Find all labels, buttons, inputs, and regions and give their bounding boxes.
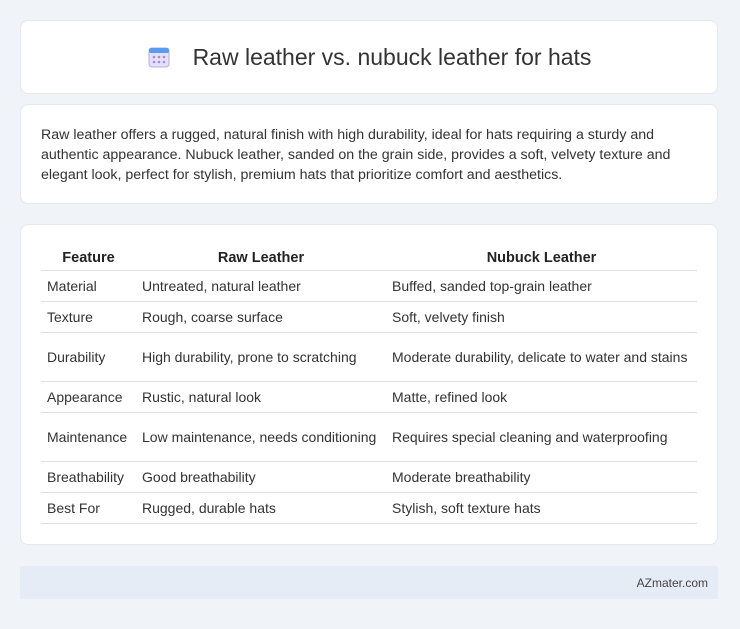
- feature-cell: Material: [41, 270, 136, 302]
- table-row: Maintenance Low maintenance, needs condi…: [41, 412, 697, 462]
- footer: AZmater.com: [20, 566, 718, 599]
- calendar-icon: [147, 45, 171, 69]
- feature-cell: Maintenance: [41, 412, 136, 462]
- column-header: Raw Leather: [136, 245, 386, 271]
- nubuck-leather-cell: Soft, velvety finish: [386, 301, 697, 333]
- page-title: Raw leather vs. nubuck leather for hats: [192, 43, 592, 70]
- table-row: Texture Rough, coarse surface Soft, velv…: [41, 301, 697, 333]
- feature-cell: Texture: [41, 301, 136, 333]
- table-row: Breathability Good breathability Moderat…: [41, 461, 697, 493]
- raw-leather-cell: Untreated, natural leather: [136, 270, 386, 302]
- feature-cell: Best For: [41, 492, 136, 524]
- nubuck-leather-cell: Moderate breathability: [386, 461, 697, 493]
- raw-leather-cell: Good breathability: [136, 461, 386, 493]
- column-header: Feature: [41, 245, 136, 271]
- nubuck-leather-cell: Moderate durability, delicate to water a…: [386, 332, 697, 382]
- intro-text: Raw leather offers a rugged, natural fin…: [41, 127, 671, 183]
- raw-leather-cell: High durability, prone to scratching: [136, 332, 386, 382]
- intro-card: Raw leather offers a rugged, natural fin…: [20, 104, 718, 204]
- table-row: Appearance Rustic, natural look Matte, r…: [41, 381, 697, 413]
- raw-leather-cell: Rustic, natural look: [136, 381, 386, 413]
- feature-cell: Breathability: [41, 461, 136, 493]
- nubuck-leather-cell: Matte, refined look: [386, 381, 697, 413]
- raw-leather-cell: Low maintenance, needs conditioning: [136, 412, 386, 462]
- footer-brand: AZmater.com: [636, 575, 708, 590]
- comparison-card: Feature Raw Leather Nubuck Leather Mater…: [20, 224, 718, 545]
- raw-leather-cell: Rugged, durable hats: [136, 492, 386, 524]
- table-row: Best For Rugged, durable hats Stylish, s…: [41, 492, 697, 524]
- table-row: Material Untreated, natural leather Buff…: [41, 270, 697, 302]
- column-header: Nubuck Leather: [386, 245, 697, 271]
- nubuck-leather-cell: Requires special cleaning and waterproof…: [386, 412, 697, 462]
- table-row: Durability High durability, prone to scr…: [41, 332, 697, 382]
- comparison-table: Feature Raw Leather Nubuck Leather Mater…: [41, 245, 697, 524]
- nubuck-leather-cell: Buffed, sanded top-grain leather: [386, 270, 697, 302]
- table-header-row: Feature Raw Leather Nubuck Leather: [41, 245, 697, 271]
- title-card: Raw leather vs. nubuck leather for hats: [20, 20, 718, 94]
- nubuck-leather-cell: Stylish, soft texture hats: [386, 492, 697, 524]
- raw-leather-cell: Rough, coarse surface: [136, 301, 386, 333]
- feature-cell: Appearance: [41, 381, 136, 413]
- feature-cell: Durability: [41, 332, 136, 382]
